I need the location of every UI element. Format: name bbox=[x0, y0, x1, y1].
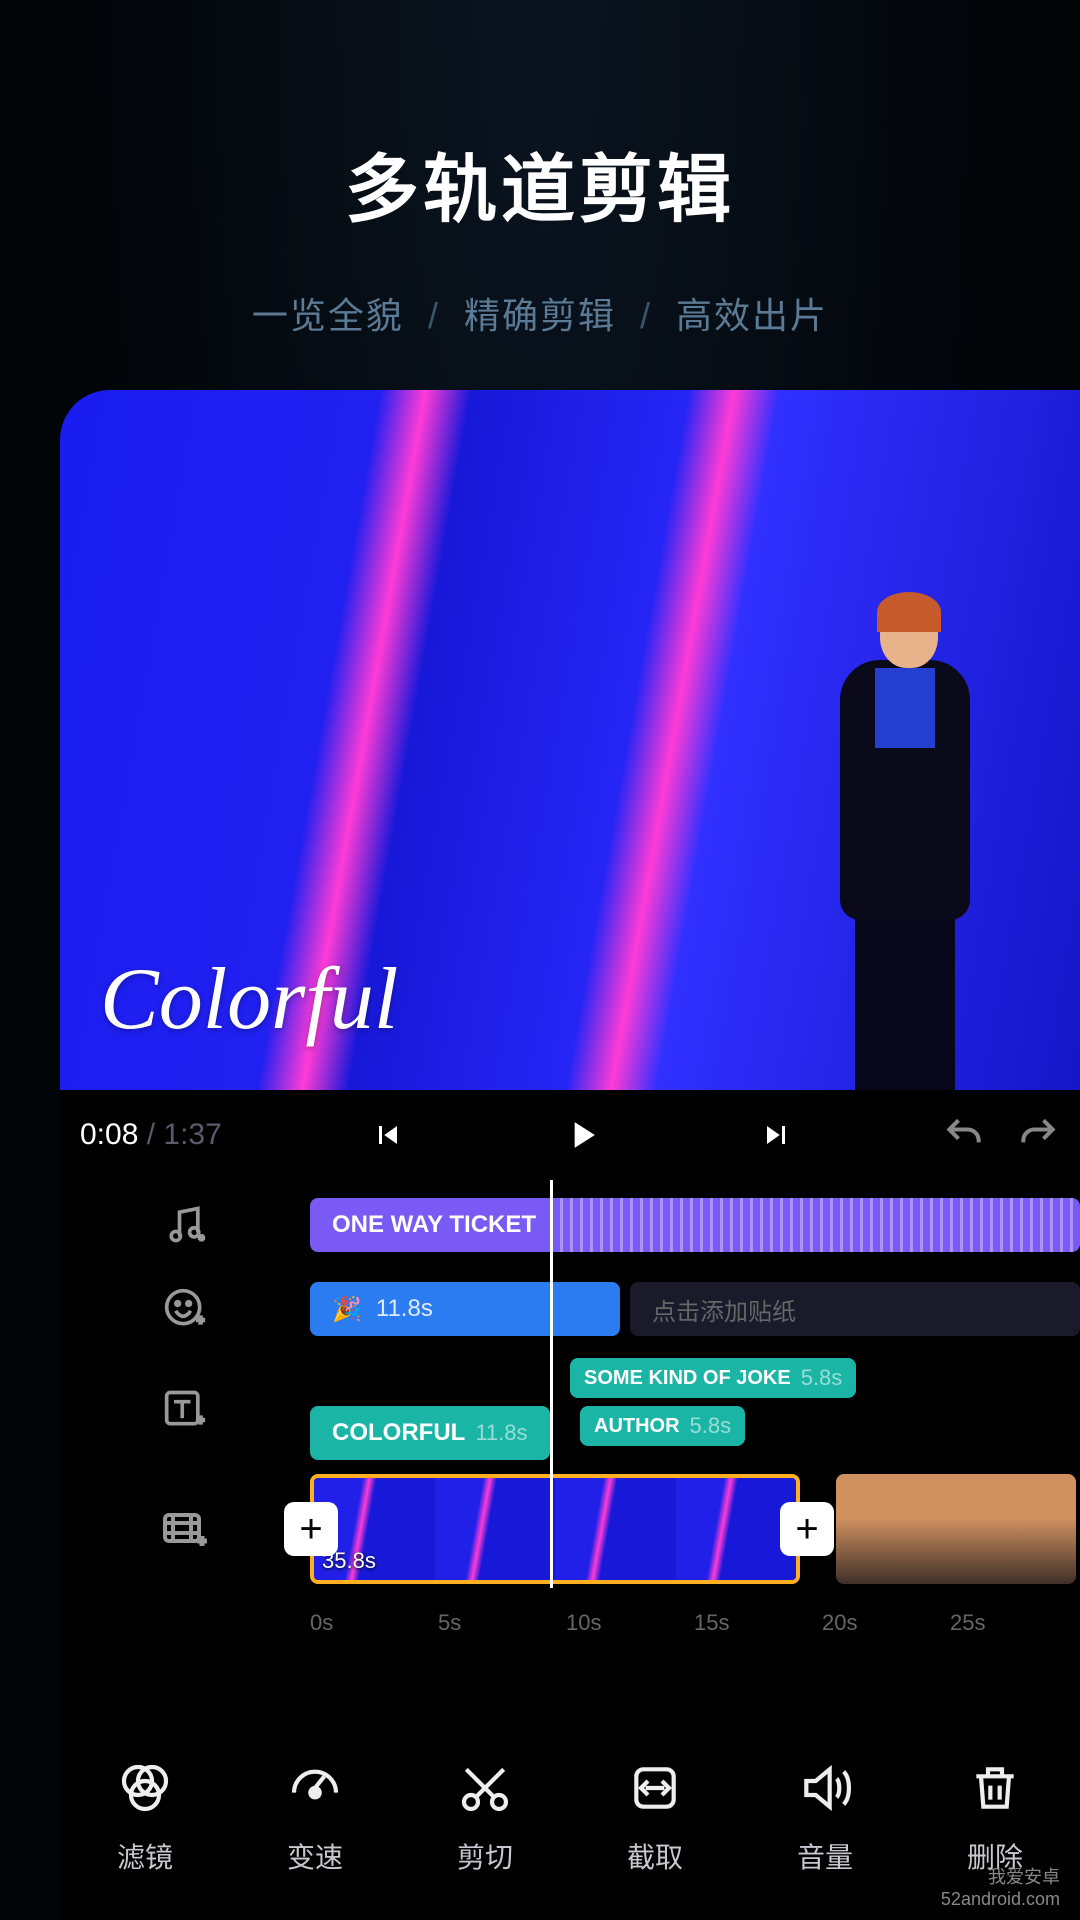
filter-tool[interactable]: 滤镜 bbox=[60, 1760, 230, 1920]
timeline-tracks: ONE WAY TICKET 🎉 11.8s 点击添加贴纸 bbox=[60, 1180, 1080, 1648]
cut-tool[interactable]: 剪切 bbox=[400, 1760, 570, 1920]
video-clip-1[interactable]: 35.8s bbox=[310, 1474, 800, 1584]
text-clip-colorful[interactable]: COLORFUL 11.8s bbox=[310, 1406, 550, 1460]
playback-controls: 0:08 / 1:37 bbox=[60, 1090, 1080, 1180]
tool-label: 变速 bbox=[287, 1836, 343, 1876]
speed-tool[interactable]: 变速 bbox=[230, 1760, 400, 1920]
add-clip-before-button[interactable]: + bbox=[284, 1502, 338, 1556]
preview-figure bbox=[800, 590, 1000, 1090]
tool-label: 截取 bbox=[627, 1836, 683, 1876]
hero-sub-2: 精确剪辑 bbox=[464, 295, 616, 336]
music-track: ONE WAY TICKET bbox=[60, 1190, 1080, 1260]
music-clip-title: ONE WAY TICKET bbox=[332, 1211, 536, 1239]
add-sticker-icon[interactable] bbox=[60, 1287, 310, 1331]
watermark-text: 我爱安卓 bbox=[988, 1863, 1060, 1889]
preview-overlay-text: Colorful bbox=[100, 949, 398, 1050]
bottom-toolbar: 滤镜 变速 剪切 截取 音量 删除 bbox=[60, 1740, 1080, 1920]
text-clip-duration: 5.8s bbox=[690, 1413, 732, 1439]
hero-sep: / bbox=[428, 295, 440, 336]
current-time: 0:08 bbox=[80, 1118, 138, 1151]
hero-sub-3: 高效出片 bbox=[676, 295, 828, 336]
volume-tool[interactable]: 音量 bbox=[740, 1760, 910, 1920]
tool-label: 剪切 bbox=[457, 1836, 513, 1876]
redo-button[interactable] bbox=[1016, 1113, 1060, 1157]
ruler-tick: 15s bbox=[694, 1610, 822, 1636]
playback-time: 0:08 / 1:37 bbox=[80, 1118, 222, 1152]
add-text-icon[interactable] bbox=[60, 1387, 310, 1431]
tool-label: 音量 bbox=[797, 1836, 853, 1876]
crop-tool[interactable]: 截取 bbox=[570, 1760, 740, 1920]
hero-header: 多轨道剪辑 一览全貌 / 精确剪辑 / 高效出片 bbox=[0, 0, 1080, 339]
video-clip-2[interactable] bbox=[836, 1474, 1076, 1584]
sticker-track: 🎉 11.8s 点击添加贴纸 bbox=[60, 1274, 1080, 1344]
ruler-tick: 0s bbox=[310, 1610, 438, 1636]
ruler-tick: 10s bbox=[566, 1610, 694, 1636]
text-clip-label: SOME KIND OF JOKE bbox=[584, 1367, 791, 1390]
watermark: 我爱安卓 52android.com bbox=[941, 1863, 1060, 1910]
video-track: + 35.8s + bbox=[60, 1474, 1080, 1584]
video-preview[interactable]: Colorful bbox=[60, 390, 1080, 1090]
watermark-url: 52android.com bbox=[941, 1889, 1060, 1910]
tool-label: 滤镜 bbox=[117, 1836, 173, 1876]
text-clip-duration: 5.8s bbox=[801, 1365, 843, 1391]
add-sticker-hint[interactable]: 点击添加贴纸 bbox=[630, 1282, 1080, 1336]
sticker-duration: 11.8s bbox=[376, 1295, 433, 1323]
playhead[interactable] bbox=[550, 1180, 553, 1588]
add-music-icon[interactable] bbox=[60, 1203, 310, 1247]
text-clip-joke[interactable]: SOME KIND OF JOKE 5.8s bbox=[570, 1358, 856, 1398]
text-clip-duration: 11.8s bbox=[475, 1420, 527, 1446]
time-ruler: 0s 5s 10s 15s 20s 25s bbox=[60, 1598, 1080, 1648]
text-clip-author[interactable]: AUTHOR 5.8s bbox=[580, 1406, 745, 1446]
add-clip-after-button[interactable]: + bbox=[780, 1502, 834, 1556]
text-clip-label: AUTHOR bbox=[594, 1415, 680, 1438]
text-track: SOME KIND OF JOKE 5.8s COLORFUL 11.8s AU… bbox=[60, 1358, 1080, 1460]
editor-panel: Colorful 0:08 / 1:37 bbox=[60, 390, 1080, 1920]
ruler-tick: 25s bbox=[950, 1610, 1078, 1636]
ruler-tick: 5s bbox=[438, 1610, 566, 1636]
hero-title: 多轨道剪辑 bbox=[0, 130, 1080, 237]
prev-button[interactable] bbox=[366, 1113, 410, 1157]
undo-button[interactable] bbox=[942, 1113, 986, 1157]
next-button[interactable] bbox=[754, 1113, 798, 1157]
sticker-emoji: 🎉 bbox=[332, 1295, 362, 1324]
add-video-icon[interactable] bbox=[60, 1505, 310, 1553]
hero-sub-1: 一览全貌 bbox=[252, 295, 404, 336]
hero-subtitle: 一览全貌 / 精确剪辑 / 高效出片 bbox=[0, 287, 1080, 339]
sticker-clip[interactable]: 🎉 11.8s bbox=[310, 1282, 620, 1336]
waveform-icon bbox=[550, 1198, 1080, 1252]
hero-sep: / bbox=[640, 295, 652, 336]
ruler-tick: 20s bbox=[822, 1610, 950, 1636]
total-duration: 1:37 bbox=[163, 1118, 221, 1151]
music-clip[interactable]: ONE WAY TICKET bbox=[310, 1198, 1080, 1252]
play-button[interactable] bbox=[560, 1113, 604, 1157]
text-clip-label: COLORFUL bbox=[332, 1419, 465, 1447]
